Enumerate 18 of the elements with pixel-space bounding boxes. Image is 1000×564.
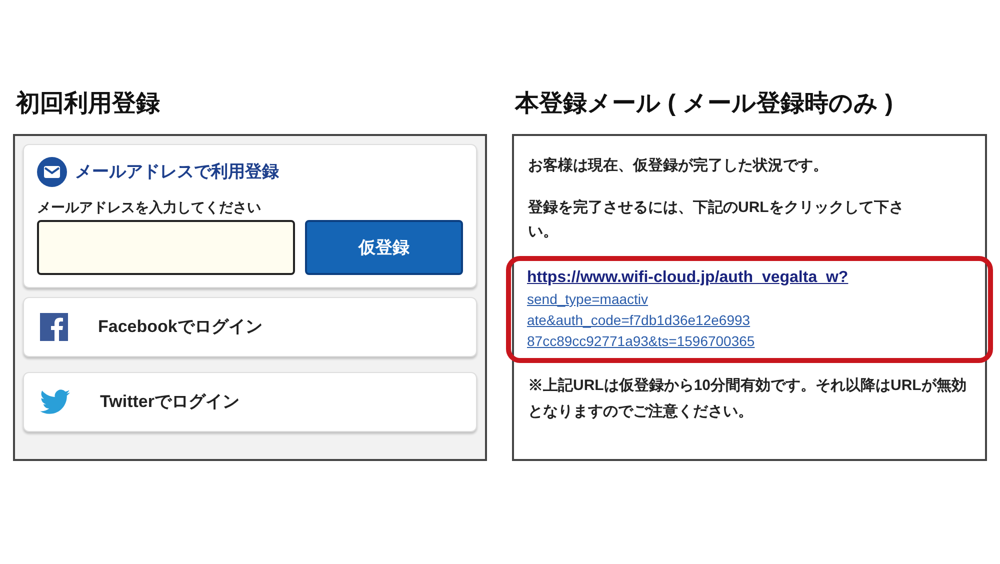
email-input-field[interactable] [37,220,295,275]
social-login-button[interactable]: Twitterでログイン [23,372,477,432]
url-link[interactable]: ate&auth_code=f7db1d36e12e6993 [527,310,972,331]
message-text: お客様は現在、仮登録が完了した状況です。 [527,156,829,176]
email-heading: メールアドレスで利用登録 [75,161,279,184]
section-title: 本登録メール ( メール登録時のみ ) [514,89,894,119]
mail-icon [37,157,67,187]
message-text: 登録を完了させるには、下記のURLをクリックして下さい。 [526,198,905,242]
social-login-button[interactable]: Facebookでログイン [23,297,477,357]
field-label: メールアドレスを入力してください [37,198,262,217]
url-link[interactable]: 87cc89cc92771a93&ts=1596700365 [527,331,972,352]
section-title: 初回利用登録 [14,89,161,119]
note-text: ※上記URLは仮登録から10分間有効です。それ以降はURLが無効となりますのでご注意ください。 [527,376,968,422]
url-link[interactable]: send_type=maactiv [527,289,972,310]
url-link[interactable]: https://www.wifi-cloud.jp/auth_vegalta_w? [527,267,972,289]
bird-icon [40,389,70,415]
facebook-icon [40,313,68,341]
pre-register-button[interactable]: 仮登録 [305,220,463,275]
